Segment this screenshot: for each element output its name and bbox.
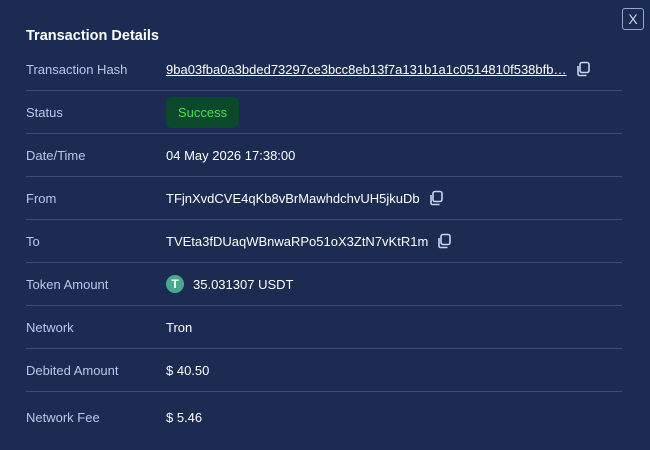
row-from: From TFjnXvdCVE4qKb8vBrMawhdchvUH5jkuDb [26,177,622,220]
status-label: Status [26,104,63,120]
from-address: TFjnXvdCVE4qKb8vBrMawhdchvUH5jkuDb [166,190,420,206]
copy-from-icon[interactable] [428,190,444,206]
to-label: To [26,233,40,249]
network-fee-label: Network Fee [26,409,100,425]
status-value-wrap: Success [166,96,240,128]
row-status: Status Success [26,91,622,134]
row-debited-amount: Debited Amount $ 40.50 [26,349,622,392]
token-amount-label: Token Amount [26,276,109,292]
tether-icon: T [166,275,184,293]
details-list: Transaction Hash 9ba03fba0a3bded73297ce3… [26,48,622,442]
close-button[interactable]: X [622,8,644,30]
token-amount-value: 35.031307 USDT [193,276,294,292]
row-to: To TVEta3fDUaqWBnwaRPo51oX3ZtN7vKtR1m [26,220,622,263]
row-transaction-hash: Transaction Hash 9ba03fba0a3bded73297ce3… [26,48,622,91]
from-value-wrap: TFjnXvdCVE4qKb8vBrMawhdchvUH5jkuDb [166,190,444,206]
copy-to-icon[interactable] [436,233,452,249]
status-badge: Success [166,96,240,128]
debited-amount-value: $ 40.50 [166,362,210,378]
network-label: Network [26,319,74,335]
transaction-hash-value-wrap: 9ba03fba0a3bded73297ce3bcc8eb13f7a131b1a… [166,61,591,77]
copy-hash-icon[interactable] [575,61,591,77]
date-time-value: 04 May 2026 17:38:00 [166,147,296,163]
debited-amount-label: Debited Amount [26,362,119,378]
from-label: From [26,190,57,206]
to-value-wrap: TVEta3fDUaqWBnwaRPo51oX3ZtN7vKtR1m [166,233,452,249]
row-token-amount: Token Amount T 35.031307 USDT [26,263,622,306]
date-time-label: Date/Time [26,147,86,163]
transaction-details-dialog: X Transaction Details Transaction Hash 9… [0,0,650,450]
to-address: TVEta3fDUaqWBnwaRPo51oX3ZtN7vKtR1m [166,233,429,249]
transaction-hash-link[interactable]: 9ba03fba0a3bded73297ce3bcc8eb13f7a131b1a… [166,62,567,77]
transaction-hash-label: Transaction Hash [26,61,128,77]
row-network: Network Tron [26,306,622,349]
network-fee-value: $ 5.46 [166,409,203,425]
token-amount-value-wrap: T 35.031307 USDT [166,275,293,293]
row-date-time: Date/Time 04 May 2026 17:38:00 [26,134,622,177]
network-value: Tron [166,319,193,335]
row-network-fee: Network Fee $ 5.46 [26,392,622,442]
dialog-title: Transaction Details [26,28,159,44]
